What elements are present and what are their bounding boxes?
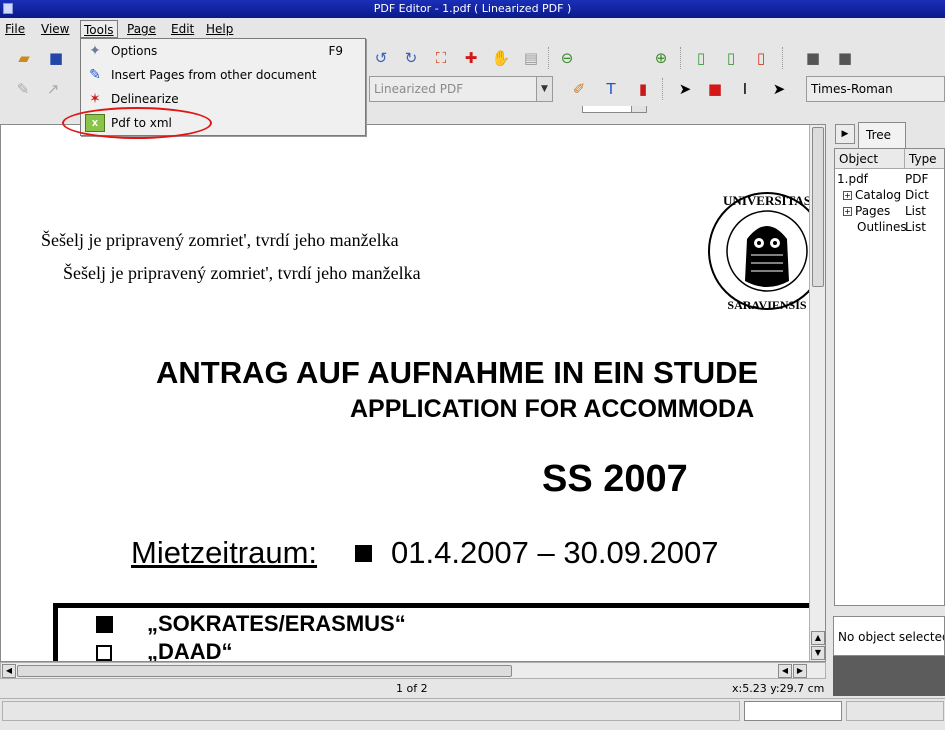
pdf-icon: ✶ (89, 91, 101, 107)
program-option-daad: „DAAD“ (147, 639, 233, 662)
document-view[interactable]: Šešelj je pripravený zomriet', tvrdí jeh… (0, 124, 826, 662)
delete-page-icon[interactable]: ▯ (750, 47, 772, 69)
menu-edit[interactable]: Edit (168, 20, 197, 38)
save-icon[interactable]: ■ (45, 47, 67, 69)
rent-period-dates: 01.4.2007 – 30.09.2007 (391, 535, 719, 570)
page-properties-icon[interactable]: ▤ (520, 47, 542, 69)
highlight-icon[interactable]: ✋ (490, 47, 512, 69)
column-header-object[interactable]: Object (835, 149, 905, 169)
menu-file[interactable]: File (2, 20, 28, 38)
status-field (846, 701, 944, 721)
unchecked-box-icon (96, 645, 112, 661)
panel-toggle-icon[interactable]: ▶ (835, 124, 855, 144)
wrench-icon: ✦ (89, 43, 101, 59)
object-tree-panel: ▶ Tree Object Type 1.pdf PDF + Catalog Di… (832, 120, 945, 698)
menu-item-insert-pages[interactable]: ✎ Insert Pages from other document (81, 63, 365, 87)
status-message (2, 701, 740, 721)
toolbar-separator (680, 47, 682, 69)
menu-help[interactable]: Help (203, 20, 236, 38)
scroll-left-icon[interactable]: ◀ (2, 664, 16, 678)
page-indicator: 1 of 2 (396, 682, 428, 695)
tools-dropdown-menu: ✦ Options F9 ✎ Insert Pages from other d… (80, 38, 366, 136)
fit-page-icon[interactable]: ⛶ (430, 47, 452, 69)
expand-icon: + (843, 207, 852, 216)
object-tree[interactable]: Object Type 1.pdf PDF + Catalog Dict + Pag… (834, 148, 945, 606)
open-icon[interactable]: ▰ (13, 47, 35, 69)
properties-area (833, 656, 945, 696)
scroll-up-icon[interactable]: ▲ (811, 631, 825, 645)
annotation-icon[interactable]: ■ (802, 47, 824, 69)
chevron-down-icon: ▼ (536, 77, 552, 101)
menu-tools[interactable]: Tools (80, 20, 118, 38)
selection-status: No object selected (833, 616, 945, 656)
text-cursor-icon[interactable]: I (734, 78, 756, 100)
pdf-editor-window: PDF Editor - 1.pdf ( Linearized PDF ) Fi… (0, 0, 945, 730)
seal-text-bottom: SARAVIENSIS (727, 298, 806, 312)
title-bar: PDF Editor - 1.pdf ( Linearized PDF ) (0, 0, 945, 18)
zoom-in-icon[interactable]: ⊕ (650, 47, 672, 69)
toolbar-separator (662, 78, 664, 100)
next-page-icon[interactable]: ▯ (720, 47, 742, 69)
heading-german: ANTRAG AUF AUFNAHME IN EIN STUDE (156, 355, 759, 390)
program-option-sokrates: „SOKRATES/ERASMUS“ (147, 611, 406, 636)
zoom-out-icon[interactable]: ⊖ (556, 47, 578, 69)
select-object-icon[interactable]: ■ (704, 78, 726, 100)
checked-box-icon (355, 545, 372, 562)
tree-row[interactable]: + Pages List (835, 203, 944, 219)
seal-text-top: UNIVERSITAS (723, 193, 811, 208)
add-page-icon[interactable]: ✚ (460, 47, 482, 69)
command-input[interactable] (744, 701, 842, 721)
select-arrow-icon[interactable]: ➤ (674, 78, 696, 100)
heading-english: APPLICATION FOR ACCOMMODA (350, 395, 755, 423)
scroll-right-icon[interactable]: ▶ (793, 664, 807, 678)
tree-row[interactable]: + Catalog Dict (835, 187, 944, 203)
toolbar-separator (782, 47, 784, 69)
insert-pages-icon: ✎ (89, 67, 101, 83)
insert-text-icon[interactable]: ▮ (632, 78, 654, 100)
menu-item-options[interactable]: ✦ Options F9 (81, 39, 365, 63)
scroll-thumb[interactable] (812, 127, 824, 287)
font-select[interactable]: Times-Roman (806, 76, 945, 102)
page-bar: 1 of 2 x:5.23 y:29.7 cm (0, 680, 826, 698)
pencil-icon[interactable]: ✎ (12, 78, 34, 100)
menu-item-pdf-to-xml[interactable]: X Pdf to xml (81, 111, 365, 135)
column-header-type[interactable]: Type (905, 149, 944, 169)
checked-box-icon (96, 616, 113, 633)
doc-text-line: Šešelj je pripravený zomriet', tvrdí jeh… (41, 230, 399, 250)
scroll-thumb[interactable] (17, 665, 512, 677)
doc-text-line: Šešelj je pripravený zomriet', tvrdí jeh… (63, 263, 421, 283)
arrow-icon[interactable]: ↗ (42, 78, 64, 100)
window-menu-icon[interactable] (3, 3, 13, 14)
horizontal-scrollbar[interactable]: ◀ ◀ ▶ (0, 662, 826, 679)
toolbar-separator (548, 47, 550, 69)
vertical-scrollbar[interactable]: ▲ ▼ (809, 125, 825, 661)
tree-row[interactable]: 1.pdf PDF (835, 171, 944, 187)
status-bar (0, 698, 945, 724)
menu-view[interactable]: View (38, 20, 72, 38)
semester-label: SS 2007 (542, 458, 688, 500)
menu-item-delinearize[interactable]: ✶ Delinearize (81, 87, 365, 111)
redo-icon[interactable]: ↻ (400, 47, 422, 69)
scroll-down-icon[interactable]: ▼ (811, 646, 825, 660)
select-area-icon[interactable]: ➤ (768, 78, 790, 100)
revision-select[interactable]: Linearized PDF ▼ (369, 76, 553, 102)
rent-period-label: Mietzeitraum: (131, 535, 318, 570)
cursor-coordinates: x:5.23 y:29.7 cm (732, 682, 825, 695)
tree-row[interactable]: Outlines List (835, 219, 944, 235)
font-tool-icon[interactable]: T (600, 78, 622, 100)
text-tool-icon[interactable]: ✐ (568, 78, 590, 100)
xml-file-icon: X (85, 114, 105, 132)
comment-icon[interactable]: ■ (834, 47, 856, 69)
window-title: PDF Editor - 1.pdf ( Linearized PDF ) (373, 2, 572, 15)
menu-bar: File View Tools Page Edit Help (0, 18, 945, 40)
tab-tree[interactable]: Tree (858, 122, 906, 148)
scroll-left-icon[interactable]: ◀ (778, 664, 792, 678)
undo-icon[interactable]: ↺ (370, 47, 392, 69)
expand-icon: + (843, 191, 852, 200)
menu-page[interactable]: Page (124, 20, 159, 38)
first-page-icon[interactable]: ▯ (690, 47, 712, 69)
